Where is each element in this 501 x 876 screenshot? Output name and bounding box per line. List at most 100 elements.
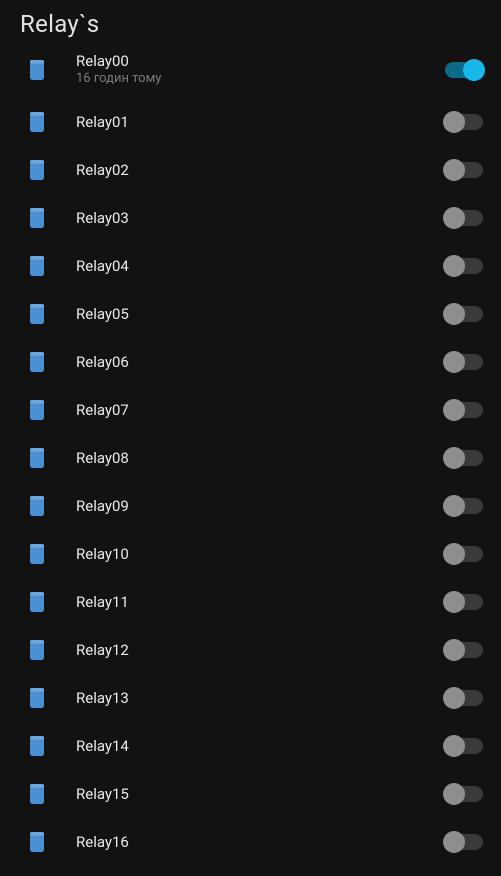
- toggle-thumb: [443, 543, 465, 565]
- toggle-thumb: [443, 351, 465, 373]
- relay-name: Relay04: [76, 257, 445, 275]
- device-icon: [30, 592, 44, 612]
- relay-row[interactable]: Relay16: [0, 818, 501, 866]
- relay-toggle[interactable]: [445, 786, 483, 802]
- device-icon: [30, 208, 44, 228]
- relay-row[interactable]: Relay13: [0, 674, 501, 722]
- relay-name: Relay14: [76, 737, 445, 755]
- device-icon: [30, 496, 44, 516]
- relay-toggle[interactable]: [445, 834, 483, 850]
- relay-list: Relay0016 годин тому Relay01 Relay02 Rel…: [0, 42, 501, 866]
- relay-row[interactable]: Relay0016 годин тому: [0, 42, 501, 98]
- device-icon: [30, 784, 44, 804]
- section-title: Relay`s: [0, 4, 501, 42]
- relay-toggle[interactable]: [445, 546, 483, 562]
- toggle-thumb: [443, 639, 465, 661]
- relay-label-col: Relay04: [76, 257, 445, 275]
- relays-panel: Relay`s Relay0016 годин тому Relay01 Rel…: [0, 0, 501, 876]
- relay-toggle[interactable]: [445, 690, 483, 706]
- relay-toggle[interactable]: [445, 642, 483, 658]
- relay-icon-col: [30, 60, 76, 80]
- relay-name: Relay00: [76, 52, 445, 70]
- relay-row[interactable]: Relay03: [0, 194, 501, 242]
- relay-row[interactable]: Relay07: [0, 386, 501, 434]
- device-icon: [30, 304, 44, 324]
- relay-icon-col: [30, 400, 76, 420]
- relay-row[interactable]: Relay14: [0, 722, 501, 770]
- relay-icon-col: [30, 208, 76, 228]
- device-icon: [30, 160, 44, 180]
- relay-icon-col: [30, 640, 76, 660]
- relay-icon-col: [30, 544, 76, 564]
- relay-name: Relay15: [76, 785, 445, 803]
- relay-row[interactable]: Relay02: [0, 146, 501, 194]
- toggle-thumb: [443, 735, 465, 757]
- relay-label-col: Relay08: [76, 449, 445, 467]
- relay-icon-col: [30, 832, 76, 852]
- device-icon: [30, 112, 44, 132]
- relay-toggle[interactable]: [445, 354, 483, 370]
- relay-toggle[interactable]: [445, 402, 483, 418]
- toggle-thumb: [443, 495, 465, 517]
- relay-icon-col: [30, 112, 76, 132]
- toggle-thumb: [443, 159, 465, 181]
- relay-row[interactable]: Relay01: [0, 98, 501, 146]
- toggle-thumb: [443, 447, 465, 469]
- relay-name: Relay12: [76, 641, 445, 659]
- relay-icon-col: [30, 448, 76, 468]
- toggle-thumb: [443, 303, 465, 325]
- toggle-thumb: [443, 111, 465, 133]
- relay-name: Relay08: [76, 449, 445, 467]
- relay-toggle[interactable]: [445, 738, 483, 754]
- relay-icon-col: [30, 304, 76, 324]
- relay-toggle[interactable]: [445, 162, 483, 178]
- relay-row[interactable]: Relay11: [0, 578, 501, 626]
- relay-name: Relay09: [76, 497, 445, 515]
- relay-icon-col: [30, 160, 76, 180]
- relay-toggle[interactable]: [445, 258, 483, 274]
- relay-toggle[interactable]: [445, 450, 483, 466]
- relay-label-col: Relay14: [76, 737, 445, 755]
- relay-name: Relay01: [76, 113, 445, 131]
- relay-name: Relay16: [76, 833, 445, 851]
- relay-icon-col: [30, 256, 76, 276]
- device-icon: [30, 400, 44, 420]
- relay-name: Relay05: [76, 305, 445, 323]
- relay-row[interactable]: Relay04: [0, 242, 501, 290]
- relay-icon-col: [30, 592, 76, 612]
- device-icon: [30, 448, 44, 468]
- relay-label-col: Relay13: [76, 689, 445, 707]
- relay-label-col: Relay12: [76, 641, 445, 659]
- toggle-thumb: [443, 255, 465, 277]
- relay-icon-col: [30, 688, 76, 708]
- relay-toggle[interactable]: [445, 62, 483, 78]
- relay-name: Relay06: [76, 353, 445, 371]
- relay-icon-col: [30, 352, 76, 372]
- relay-toggle[interactable]: [445, 306, 483, 322]
- device-icon: [30, 60, 44, 80]
- relay-row[interactable]: Relay08: [0, 434, 501, 482]
- relay-row[interactable]: Relay15: [0, 770, 501, 818]
- relay-label-col: Relay07: [76, 401, 445, 419]
- toggle-thumb: [443, 831, 465, 853]
- relay-toggle[interactable]: [445, 114, 483, 130]
- relay-row[interactable]: Relay05: [0, 290, 501, 338]
- relay-name: Relay11: [76, 593, 445, 611]
- relay-label-col: Relay10: [76, 545, 445, 563]
- relay-name: Relay07: [76, 401, 445, 419]
- relay-toggle[interactable]: [445, 594, 483, 610]
- relay-row[interactable]: Relay09: [0, 482, 501, 530]
- device-icon: [30, 352, 44, 372]
- relay-name: Relay10: [76, 545, 445, 563]
- relay-row[interactable]: Relay10: [0, 530, 501, 578]
- relay-subtitle: 16 годин тому: [76, 71, 445, 87]
- relay-toggle[interactable]: [445, 210, 483, 226]
- relay-label-col: Relay0016 годин тому: [76, 52, 445, 87]
- toggle-thumb: [443, 207, 465, 229]
- relay-icon-col: [30, 736, 76, 756]
- relay-row[interactable]: Relay06: [0, 338, 501, 386]
- relay-label-col: Relay02: [76, 161, 445, 179]
- relay-row[interactable]: Relay12: [0, 626, 501, 674]
- device-icon: [30, 736, 44, 756]
- relay-toggle[interactable]: [445, 498, 483, 514]
